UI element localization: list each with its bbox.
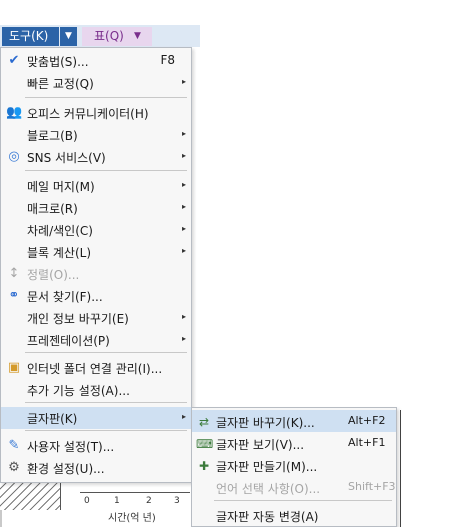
menu-item-sort: ↕ 정렬(O)... bbox=[1, 263, 191, 285]
menu-bar: 도구(K) ▼ 표(Q) ▼ bbox=[0, 25, 200, 47]
spellcheck-icon: ✔ bbox=[8, 53, 20, 68]
shortcut-label: Shift+F3 bbox=[348, 480, 396, 493]
table-dropdown-arrow-icon[interactable]: ▼ bbox=[134, 27, 141, 46]
network-folder-icon: ▣ bbox=[7, 360, 21, 375]
menu-item-privacy[interactable]: 개인 정보 바꾸기(E) ▸ bbox=[1, 307, 191, 329]
submenu-arrow-icon: ▸ bbox=[181, 334, 186, 343]
menu-item-label: 정렬(O)... bbox=[27, 268, 80, 282]
menu-item-communicator[interactable]: 👥 오피스 커뮤니케이터(H) bbox=[1, 102, 191, 124]
sort-icon: ↕ bbox=[8, 266, 20, 281]
shortcut-label: Alt+F1 bbox=[348, 436, 386, 449]
keyboard-create-icon: ✚ bbox=[198, 459, 210, 473]
x-axis-label: 시간(억 년) bbox=[108, 513, 156, 524]
menu-item-spell[interactable]: ✔ 맞춤법(S)... F8 bbox=[1, 50, 191, 72]
submenu-arrow-icon: ▸ bbox=[181, 246, 186, 255]
table-menu-button[interactable]: 표(Q) bbox=[82, 27, 152, 46]
shortcut-label: F8 bbox=[160, 53, 175, 67]
menu-item-label: 빠른 교정(Q) bbox=[27, 77, 94, 91]
menu-item-toc[interactable]: 차례/색인(C) ▸ bbox=[1, 219, 191, 241]
chart-x-axis bbox=[80, 492, 190, 493]
chart-hatched-area bbox=[0, 480, 61, 510]
gear-icon: ⚙ bbox=[8, 460, 20, 475]
menu-separator bbox=[25, 352, 187, 353]
menu-item-label: 매크로(R) bbox=[27, 202, 78, 216]
x-tick-label: 0 bbox=[84, 496, 90, 506]
menu-item-label: 문서 찾기(F)... bbox=[27, 290, 103, 304]
menu-item-presentation[interactable]: 프레젠테이션(P) ▸ bbox=[1, 329, 191, 351]
submenu-item-lang: 언어 선택 사항(O)... Shift+F3 bbox=[192, 476, 396, 498]
keyboard-switch-icon: ⇄ bbox=[198, 415, 210, 429]
menu-separator bbox=[25, 402, 187, 403]
menu-item-netfolder[interactable]: ▣ 인터넷 폴더 연결 관리(I)... bbox=[1, 357, 191, 379]
submenu-arrow-icon: ▸ bbox=[181, 180, 186, 189]
menu-item-label: 인터넷 폴더 연결 관리(I)... bbox=[27, 362, 163, 376]
menu-item-label: 차례/색인(C) bbox=[27, 224, 93, 238]
x-tick-label: 1 bbox=[114, 496, 120, 506]
submenu-item-auto[interactable]: 글자판 자동 변경(A) bbox=[192, 504, 396, 526]
menu-item-label: 사용자 설정(T)... bbox=[27, 440, 115, 454]
submenu-item-label: 글자판 자동 변경(A) bbox=[216, 510, 319, 524]
keyboard-icon: ⌨ bbox=[196, 437, 214, 451]
submenu-arrow-icon: ▸ bbox=[181, 129, 186, 138]
menu-separator bbox=[25, 97, 187, 98]
submenu-item-view[interactable]: ⌨ 글자판 보기(V)... Alt+F1 bbox=[192, 432, 396, 454]
menu-item-label: 블로그(B) bbox=[27, 129, 78, 143]
menu-item-usersettings[interactable]: ✎ 사용자 설정(T)... bbox=[1, 435, 191, 457]
menu-item-label: 블록 계산(L) bbox=[27, 246, 92, 260]
submenu-item-label: 글자판 바꾸기(K)... bbox=[216, 416, 315, 430]
menu-item-label: 오피스 커뮤니케이터(H) bbox=[27, 107, 149, 121]
menu-item-envsettings[interactable]: ⚙ 환경 설정(U)... bbox=[1, 457, 191, 479]
document-right-border bbox=[400, 410, 401, 527]
tools-menu-button[interactable]: 도구(K) bbox=[2, 27, 59, 46]
submenu-arrow-icon: ▸ bbox=[181, 412, 186, 421]
menu-item-macro[interactable]: 매크로(R) ▸ bbox=[1, 197, 191, 219]
submenu-item-label: 글자판 보기(V)... bbox=[216, 438, 305, 452]
menu-item-label: SNS 서비스(V) bbox=[27, 151, 106, 165]
menu-separator bbox=[25, 170, 187, 171]
submenu-arrow-icon: ▸ bbox=[181, 202, 186, 211]
menu-item-blog[interactable]: 블로그(B) ▸ bbox=[1, 124, 191, 146]
submenu-arrow-icon: ▸ bbox=[181, 151, 186, 160]
submenu-arrow-icon: ▸ bbox=[181, 224, 186, 233]
binoculars-icon: ⚭ bbox=[8, 288, 20, 303]
menu-item-label: 프레젠테이션(P) bbox=[27, 334, 110, 348]
menu-item-label: 맞춤법(S)... bbox=[27, 55, 89, 69]
submenu-item-label: 언어 선택 사항(O)... bbox=[216, 482, 321, 496]
submenu-item-create[interactable]: ✚ 글자판 만들기(M)... bbox=[192, 454, 396, 476]
menu-item-label: 환경 설정(U)... bbox=[27, 462, 105, 476]
submenu-arrow-icon: ▸ bbox=[181, 312, 186, 321]
submenu-item-label: 글자판 만들기(M)... bbox=[216, 460, 318, 474]
x-tick-label: 2 bbox=[146, 496, 152, 506]
sns-icon: ◎ bbox=[8, 149, 20, 164]
user-settings-icon: ✎ bbox=[8, 438, 20, 453]
menu-item-keyboard[interactable]: 글자판(K) ▸ bbox=[1, 407, 191, 429]
menu-item-label: 글자판(K) bbox=[27, 412, 78, 426]
menu-item-label: 개인 정보 바꾸기(E) bbox=[27, 312, 129, 326]
menu-item-finddoc[interactable]: ⚭ 문서 찾기(F)... bbox=[1, 285, 191, 307]
menu-separator bbox=[214, 500, 392, 501]
x-tick-label: 3 bbox=[174, 496, 180, 506]
menu-item-sns[interactable]: ◎ SNS 서비스(V) ▸ bbox=[1, 146, 191, 168]
tools-dropdown-arrow-icon[interactable]: ▼ bbox=[60, 27, 77, 46]
menu-item-addon[interactable]: 추가 기능 설정(A)... bbox=[1, 379, 191, 401]
menu-separator bbox=[25, 430, 187, 431]
menu-item-mailmerge[interactable]: 메일 머지(M) ▸ bbox=[1, 175, 191, 197]
submenu-item-switch[interactable]: ⇄ 글자판 바꾸기(K)... Alt+F2 bbox=[192, 410, 396, 432]
shortcut-label: Alt+F2 bbox=[348, 414, 386, 427]
menu-item-label: 추가 기능 설정(A)... bbox=[27, 384, 130, 398]
menu-item-label: 메일 머지(M) bbox=[27, 180, 95, 194]
submenu-arrow-icon: ▸ bbox=[181, 77, 186, 86]
menu-item-blockcalc[interactable]: 블록 계산(L) ▸ bbox=[1, 241, 191, 263]
keyboard-submenu: ⇄ 글자판 바꾸기(K)... Alt+F2 ⌨ 글자판 보기(V)... Alt+F1 ✚… bbox=[191, 407, 397, 527]
menu-item-quick[interactable]: 빠른 교정(Q) ▸ bbox=[1, 72, 191, 94]
communicator-icon: 👥 bbox=[6, 105, 23, 120]
tools-dropdown-menu: ✔ 맞춤법(S)... F8 빠른 교정(Q) ▸ 👥 오피스 커뮤니케이터(H) 블로그(B… bbox=[0, 47, 192, 483]
